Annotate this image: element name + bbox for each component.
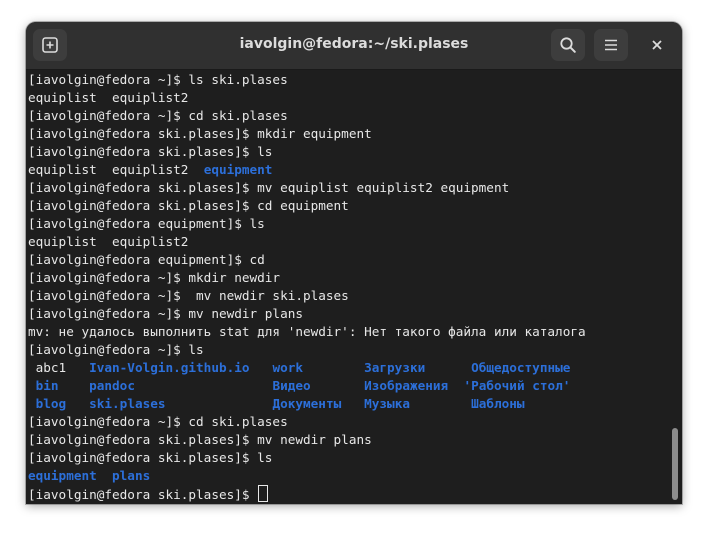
terminal-line: [iavolgin@fedora ski.plases]$ ls (28, 449, 668, 467)
search-icon (560, 37, 576, 53)
terminal-line: [iavolgin@fedora ski.plases]$ mv newdir … (28, 431, 668, 449)
directory-name: equipment (203, 162, 273, 177)
terminal-text: equiplist equiplist2 (28, 234, 189, 249)
terminal-text: [iavolgin@fedora ~]$ mv newdir plans (28, 306, 303, 321)
terminal-line: [iavolgin@fedora ~]$ cd ski.plases (28, 413, 668, 431)
terminal-text: abc1 (28, 360, 90, 375)
directory-name: Ivan-Volgin.github.io (89, 360, 250, 375)
terminal-line: [iavolgin@fedora ~]$ mv newdir plans (28, 305, 668, 323)
terminal-line: equiplist equiplist2 equipment (28, 161, 668, 179)
terminal-line: [iavolgin@fedora ~]$ mkdir newdir (28, 269, 668, 287)
terminal-line: [iavolgin@fedora ski.plases]$ ls (28, 143, 668, 161)
terminal-line: [iavolgin@fedora ~]$ mv newdir ski.plase… (28, 287, 668, 305)
terminal-text: [iavolgin@fedora ski.plases]$ ls (28, 450, 273, 465)
terminal-line: [iavolgin@fedora equipment]$ ls (28, 215, 668, 233)
terminal-text: [iavolgin@fedora ski.plases]$ mkdir equi… (28, 126, 372, 141)
terminal-text: [iavolgin@fedora equipment]$ cd (28, 252, 265, 267)
terminal-text: [iavolgin@fedora ~]$ cd ski.plases (28, 414, 288, 429)
terminal-line: [iavolgin@fedora ski.plases]$ (28, 485, 668, 503)
menu-button[interactable] (594, 29, 628, 61)
terminal-line: equipment plans (28, 467, 668, 485)
terminal-text: [iavolgin@fedora equipment]$ ls (28, 216, 265, 231)
scrollbar-thumb[interactable] (672, 428, 678, 500)
terminal-line: [iavolgin@fedora ~]$ ls (28, 341, 668, 359)
terminal-text: mv: не удалось выполнить stat для 'newdi… (28, 324, 586, 339)
terminal-text: equiplist equiplist2 (28, 162, 204, 177)
terminal-text: [iavolgin@fedora ~]$ cd ski.plases (28, 108, 288, 123)
directory-name: Видео (272, 378, 311, 393)
terminal-text: [iavolgin@fedora ~]$ ls (28, 342, 204, 357)
terminal-text: [iavolgin@fedora ski.plases]$ cd equipme… (28, 198, 349, 213)
terminal-line: [iavolgin@fedora ~]$ cd ski.plases (28, 107, 668, 125)
terminal-line: [iavolgin@fedora ~]$ ls ski.plases (28, 71, 668, 89)
terminal-line: equiplist equiplist2 (28, 89, 668, 107)
terminal-line: [iavolgin@fedora equipment]$ cd (28, 251, 668, 269)
terminal-text: [iavolgin@fedora ski.plases]$ (28, 487, 258, 502)
terminal-line: [iavolgin@fedora ski.plases]$ cd equipme… (28, 197, 668, 215)
directory-name: equipment (28, 468, 97, 483)
directory-name: Общедоступные (471, 360, 571, 375)
titlebar: iavolgin@fedora:~/ski.plases (26, 22, 682, 70)
terminal-text: [iavolgin@fedora ~]$ ls ski.plases (28, 72, 288, 87)
directory-name: Шаблоны (471, 396, 525, 411)
directory-name: 'Рабочий стол' (463, 378, 571, 393)
directory-name: blog (35, 396, 67, 411)
directory-name: pandoc (89, 378, 135, 393)
terminal-text: [iavolgin@fedora ski.plases]$ mv newdir … (28, 432, 372, 447)
terminal-text: equiplist equiplist2 (28, 90, 189, 105)
search-button[interactable] (551, 29, 585, 61)
terminal-window: iavolgin@fedora:~/ski.plases [iavolgin@f… (26, 22, 682, 504)
directory-name: Изображения (364, 378, 449, 393)
directory-name: plans (112, 468, 151, 483)
terminal-text: [iavolgin@fedora ~]$ mkdir newdir (28, 270, 281, 285)
new-tab-button[interactable] (33, 29, 67, 61)
directory-name: work (272, 360, 304, 375)
directory-name: ski.plases (89, 396, 166, 411)
terminal-output[interactable]: [iavolgin@fedora ~]$ ls ski.plases equipl… (28, 71, 668, 504)
terminal-line: [iavolgin@fedora ski.plases]$ mkdir equi… (28, 125, 668, 143)
terminal-line: blog ski.plases Документы Музыка Шаблоны (28, 395, 668, 413)
close-icon (652, 40, 662, 50)
new-tab-icon (42, 37, 58, 53)
terminal-text: [iavolgin@fedora ~]$ mv newdir ski.plase… (28, 288, 349, 303)
terminal-text: [iavolgin@fedora ski.plases]$ ls (28, 144, 273, 159)
terminal-line: abc1 Ivan-Volgin.github.io work Загрузки… (28, 359, 668, 377)
directory-name: bin (35, 378, 59, 393)
directory-name: Загрузки (364, 360, 426, 375)
terminal-line: bin pandoc Видео Изображения 'Рабочий ст… (28, 377, 668, 395)
terminal-line: mv: не удалось выполнить stat для 'newdi… (28, 323, 668, 341)
terminal-text: [iavolgin@fedora ski.plases]$ mv equipli… (28, 180, 510, 195)
hamburger-menu-icon (605, 39, 617, 51)
text-cursor (258, 485, 269, 502)
terminal-line: [iavolgin@fedora ski.plases]$ mv equipli… (28, 179, 668, 197)
directory-name: Музыка (364, 396, 410, 411)
close-button[interactable] (645, 33, 669, 57)
terminal-line: equiplist equiplist2 (28, 233, 668, 251)
directory-name: Документы (272, 396, 342, 411)
